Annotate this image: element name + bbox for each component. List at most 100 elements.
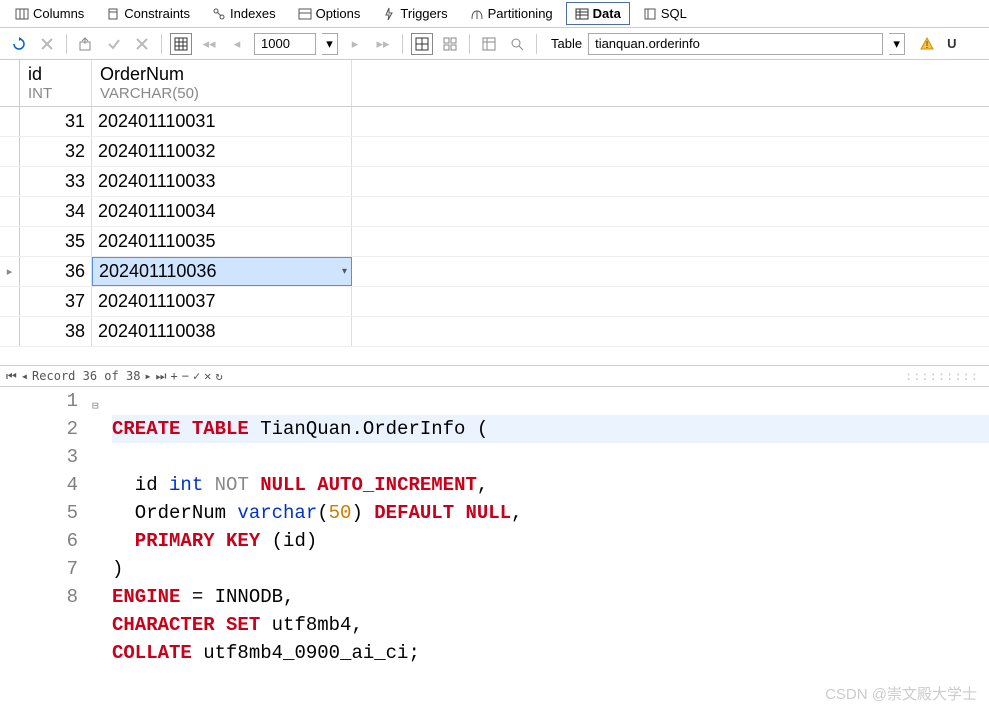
view-grid-button[interactable] <box>411 33 433 55</box>
cell-id[interactable]: 35 <box>20 227 92 256</box>
cell-ordernum[interactable]: 202401110034 <box>92 197 352 226</box>
tab-options[interactable]: Options <box>289 2 370 25</box>
tab-constraints[interactable]: Constraints <box>97 2 199 25</box>
refresh-button[interactable] <box>8 33 30 55</box>
nav-commit-icon[interactable]: ✓ <box>193 369 200 383</box>
data-grid: id INT OrderNum VARCHAR(50) 312024011100… <box>0 60 989 365</box>
line-num: 2 <box>0 415 78 443</box>
warning-icon: ! <box>919 36 935 52</box>
pivot-button[interactable] <box>478 33 500 55</box>
cell-id[interactable]: 38 <box>20 317 92 346</box>
grid-header-row: id INT OrderNum VARCHAR(50) <box>0 60 989 107</box>
cell-ordernum[interactable]: 202401110031 <box>92 107 352 136</box>
table-select[interactable] <box>588 33 883 55</box>
nav-last-icon[interactable]: ⏭ <box>156 369 167 384</box>
filter-button[interactable] <box>506 33 528 55</box>
page-size-dropdown[interactable]: ▾ <box>322 33 338 55</box>
stop-button[interactable] <box>36 33 58 55</box>
cell-ordernum[interactable]: 202401110032 <box>92 137 352 166</box>
row-marker <box>0 107 20 136</box>
nav-first-icon[interactable]: ⏮ <box>6 369 17 384</box>
view-cards-button[interactable] <box>439 33 461 55</box>
nav-add-icon[interactable]: + <box>170 369 177 383</box>
nav-del-icon[interactable]: − <box>182 369 189 383</box>
col-type: INT <box>28 85 83 102</box>
page-size-input[interactable] <box>254 33 316 55</box>
table-row[interactable]: 34202401110034 <box>0 197 989 227</box>
tab-label: Constraints <box>124 6 190 21</box>
nav-refresh-icon[interactable]: ↻ <box>215 369 222 383</box>
tab-partitioning[interactable]: Partitioning <box>461 2 562 25</box>
sql-text: = INNODB, <box>180 586 294 608</box>
tab-label: Columns <box>33 6 84 21</box>
rollback-button[interactable] <box>131 33 153 55</box>
cell-ordernum[interactable]: 202401110033 <box>92 167 352 196</box>
sql-text: id <box>112 474 169 496</box>
export-button[interactable] <box>75 33 97 55</box>
table-row[interactable]: 33202401110033 <box>0 167 989 197</box>
table-dropdown[interactable]: ▾ <box>889 33 905 55</box>
cell-id[interactable]: 31 <box>20 107 92 136</box>
tab-label: Partitioning <box>488 6 553 21</box>
cell-id[interactable]: 36 <box>20 257 92 286</box>
sql-kw: COLLATE <box>112 642 192 664</box>
nav-prev-icon[interactable]: ◂ <box>21 369 28 383</box>
column-header-id[interactable]: id INT <box>20 60 92 106</box>
tab-data[interactable]: Data <box>566 2 630 25</box>
tab-triggers[interactable]: Triggers <box>373 2 456 25</box>
cell-id[interactable]: 37 <box>20 287 92 316</box>
sql-text: (id) <box>260 530 317 552</box>
first-page-button[interactable]: ◂◂ <box>198 33 220 55</box>
line-gutter: 1 2 3 4 5 6 7 8 <box>0 387 92 667</box>
tab-columns[interactable]: Columns <box>6 2 93 25</box>
cell-ordernum[interactable]: 202401110035 <box>92 227 352 256</box>
nav-cancel-icon[interactable]: ✕ <box>204 369 211 383</box>
cell-id[interactable]: 34 <box>20 197 92 226</box>
sql-num: 50 <box>329 502 352 524</box>
table-label: Table <box>551 36 582 51</box>
cell-ordernum[interactable]: 202401110037 <box>92 287 352 316</box>
commit-button[interactable] <box>103 33 125 55</box>
row-marker <box>0 287 20 316</box>
line-num: 3 <box>0 443 78 471</box>
cell-ordernum[interactable]: 202401110036 <box>92 257 352 286</box>
tab-label: Data <box>593 6 621 21</box>
grid-mode-button[interactable] <box>170 33 192 55</box>
tab-label: Triggers <box>400 6 447 21</box>
sql-text: ) <box>351 502 362 524</box>
table-row[interactable]: 38202401110038 <box>0 317 989 347</box>
table-row[interactable]: ▸36202401110036 <box>0 257 989 287</box>
column-header-ordernum[interactable]: OrderNum VARCHAR(50) <box>92 60 352 106</box>
sql-icon <box>643 7 657 21</box>
next-page-button[interactable]: ▸ <box>344 33 366 55</box>
last-page-button[interactable]: ▸▸ <box>372 33 394 55</box>
table-row[interactable]: 37202401110037 <box>0 287 989 317</box>
tab-label: Indexes <box>230 6 276 21</box>
cell-ordernum[interactable]: 202401110038 <box>92 317 352 346</box>
table-row[interactable]: 31202401110031 <box>0 107 989 137</box>
record-status-bar: ⏮ ◂ Record 36 of 38 ▸ ⏭ + − ✓ ✕ ↻ ::::::… <box>0 365 989 387</box>
nav-next-icon[interactable]: ▸ <box>144 369 151 383</box>
sql-text: utf8mb4, <box>260 614 363 636</box>
sql-code[interactable]: CREATE TABLE TianQuan.OrderInfo ( id int… <box>108 387 989 667</box>
svg-text:!: ! <box>926 40 929 51</box>
sql-kw: CHARACTER SET <box>112 614 260 636</box>
fold-column[interactable]: ⊟ <box>92 387 108 667</box>
prev-page-button[interactable]: ◂ <box>226 33 248 55</box>
tab-sql[interactable]: SQL <box>634 2 696 25</box>
tab-indexes[interactable]: Indexes <box>203 2 285 25</box>
resize-grip-icon[interactable]: ::::::::: <box>905 369 979 383</box>
columns-icon <box>15 7 29 21</box>
indexes-icon <box>212 7 226 21</box>
sql-kw: ENGINE <box>112 586 180 608</box>
sql-kw: PRIMARY KEY <box>112 530 260 552</box>
sql-editor[interactable]: 1 2 3 4 5 6 7 8 ⊟ CREATE TABLE TianQuan.… <box>0 387 989 667</box>
table-row[interactable]: 32202401110032 <box>0 137 989 167</box>
cell-id[interactable]: 32 <box>20 137 92 166</box>
cell-id[interactable]: 33 <box>20 167 92 196</box>
sql-text: TianQuan.OrderInfo ( <box>249 418 488 440</box>
line-num: 1 <box>0 387 78 415</box>
table-row[interactable]: 35202401110035 <box>0 227 989 257</box>
data-toolbar: ◂◂ ◂ ▾ ▸ ▸▸ Table ▾ ! U <box>0 28 989 60</box>
record-text: Record 36 of 38 <box>32 369 140 383</box>
